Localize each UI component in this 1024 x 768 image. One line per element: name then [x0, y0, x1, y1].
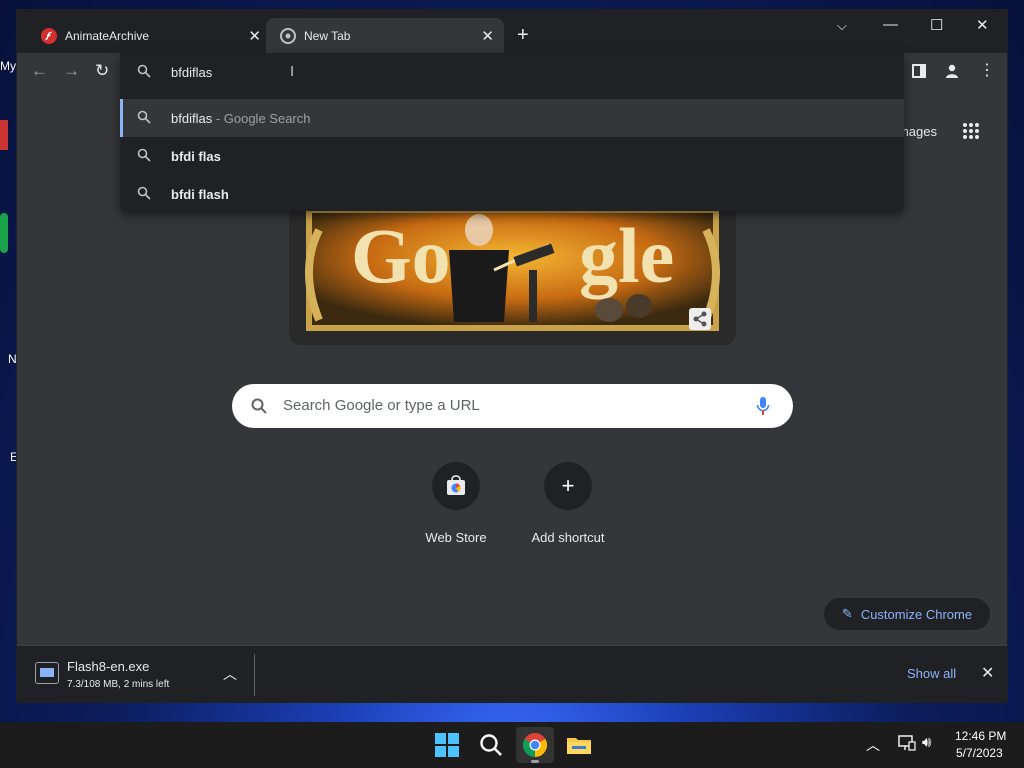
share-icon[interactable]: [689, 308, 711, 330]
new-tab-plus-icon[interactable]: +: [517, 24, 529, 47]
download-bar: Flash8-en.exe 7.3/108 MB, 2 mins left ︿ …: [17, 645, 1007, 703]
customize-label: Customize Chrome: [860, 606, 973, 622]
svg-text:gle: gle: [579, 212, 674, 299]
volume-icon[interactable]: 🔊︎: [922, 734, 931, 751]
taskbar: ︿ 🔊︎ 12:46 PM 5/7/2023: [0, 722, 1024, 768]
microphone-icon[interactable]: [756, 396, 770, 416]
suggestion-text: bfdi flash: [171, 186, 229, 202]
omnibox-input-row[interactable]: bfdiflas I: [120, 53, 904, 91]
back-arrow-icon[interactable]: ←: [31, 61, 48, 81]
pencil-icon: ✎: [841, 606, 853, 621]
close-window-icon[interactable]: ✕: [976, 16, 989, 34]
search-icon: [137, 148, 151, 162]
tab-title: AnimateArchive: [65, 28, 150, 43]
network-icon[interactable]: [898, 735, 916, 751]
desktop-icon[interactable]: [0, 120, 8, 150]
windows-start-icon[interactable]: [434, 732, 460, 758]
chevron-up-icon[interactable]: ︿: [223, 664, 237, 684]
profile-icon[interactable]: [944, 63, 960, 79]
search-icon: [251, 398, 267, 414]
text-cursor-icon: I: [290, 63, 295, 80]
svg-text:Go: Go: [351, 212, 451, 299]
google-doodle[interactable]: Go gle: [289, 210, 736, 345]
doodle-image: Go gle: [305, 210, 720, 331]
omnibox-suggestion[interactable]: bfdi flash: [120, 175, 904, 213]
tab-search-chevron-icon[interactable]: ⌵: [837, 18, 847, 34]
shortcut-add[interactable]: + Add shortcut: [513, 462, 623, 545]
installer-file-icon: [35, 662, 59, 684]
chrome-icon: [280, 27, 296, 44]
close-tab-icon[interactable]: ✕: [248, 27, 261, 45]
close-download-bar-icon[interactable]: ✕: [981, 663, 994, 683]
browser-window: AnimateArchive ✕ New Tab ✕ + ⌵ — ☐ ✕ ← →…: [17, 10, 1007, 703]
download-filename[interactable]: Flash8-en.exe: [67, 659, 149, 674]
clock-date[interactable]: 5/7/2023: [956, 746, 1003, 760]
add-plus-icon: +: [544, 462, 592, 510]
show-all-link[interactable]: Show all: [907, 666, 956, 681]
tray-chevron-up-icon[interactable]: ︿: [866, 735, 880, 755]
tab-title: New Tab: [304, 28, 351, 43]
menu-kebab-icon[interactable]: ⋮: [979, 60, 995, 80]
omnibox-suggestion[interactable]: bfdiflas - Google Search: [120, 99, 904, 137]
shortcut-label: Add shortcut: [531, 530, 605, 545]
suggestion-text: bfdiflas: [171, 110, 213, 126]
omnibox-dropdown: bfdiflas I bfdiflas - Google Search bfdi…: [120, 53, 904, 211]
tab-animatearchive[interactable]: AnimateArchive ✕: [27, 18, 271, 53]
forward-arrow-icon[interactable]: →: [63, 61, 80, 81]
omnibox-suggestion[interactable]: bfdi flas: [120, 137, 904, 175]
tab-strip: AnimateArchive ✕ New Tab ✕ + ⌵ — ☐ ✕: [17, 10, 1007, 53]
divider: [254, 654, 255, 696]
minimize-icon[interactable]: —: [883, 16, 898, 33]
search-placeholder: Search Google or type a URL: [283, 397, 480, 414]
search-icon: [137, 64, 151, 78]
maximize-icon[interactable]: ☐: [930, 16, 943, 34]
reload-icon[interactable]: ↻: [95, 61, 109, 81]
desktop-icon[interactable]: [0, 213, 8, 253]
chrome-taskbar-button[interactable]: [516, 727, 554, 763]
close-tab-icon[interactable]: ✕: [481, 27, 494, 45]
clock-time[interactable]: 12:46 PM: [955, 729, 1006, 743]
download-status: 7.3/108 MB, 2 mins left: [67, 679, 170, 690]
side-panel-icon[interactable]: [912, 64, 926, 78]
desktop-icon-label[interactable]: My: [0, 59, 18, 73]
file-explorer-icon[interactable]: [566, 732, 592, 758]
web-store-icon: [432, 462, 480, 510]
apps-grid-icon[interactable]: [962, 122, 980, 140]
suggestion-suffix: - Google Search: [212, 110, 311, 126]
search-icon: [137, 110, 151, 124]
search-icon: [137, 186, 151, 200]
omnibox-input[interactable]: bfdiflas: [171, 65, 212, 80]
customize-chrome-button[interactable]: ✎ Customize Chrome: [824, 598, 990, 630]
suggestion-text: bfdi flas: [171, 148, 221, 164]
ntp-search-box[interactable]: Search Google or type a URL: [232, 384, 793, 428]
tab-new-tab[interactable]: New Tab ✕: [266, 18, 504, 53]
shortcut-label: Web Store: [425, 530, 487, 545]
chrome-icon: [522, 733, 548, 757]
search-icon[interactable]: [478, 732, 504, 758]
shortcut-web-store[interactable]: Web Store: [401, 462, 511, 545]
flash-icon: [41, 27, 57, 44]
